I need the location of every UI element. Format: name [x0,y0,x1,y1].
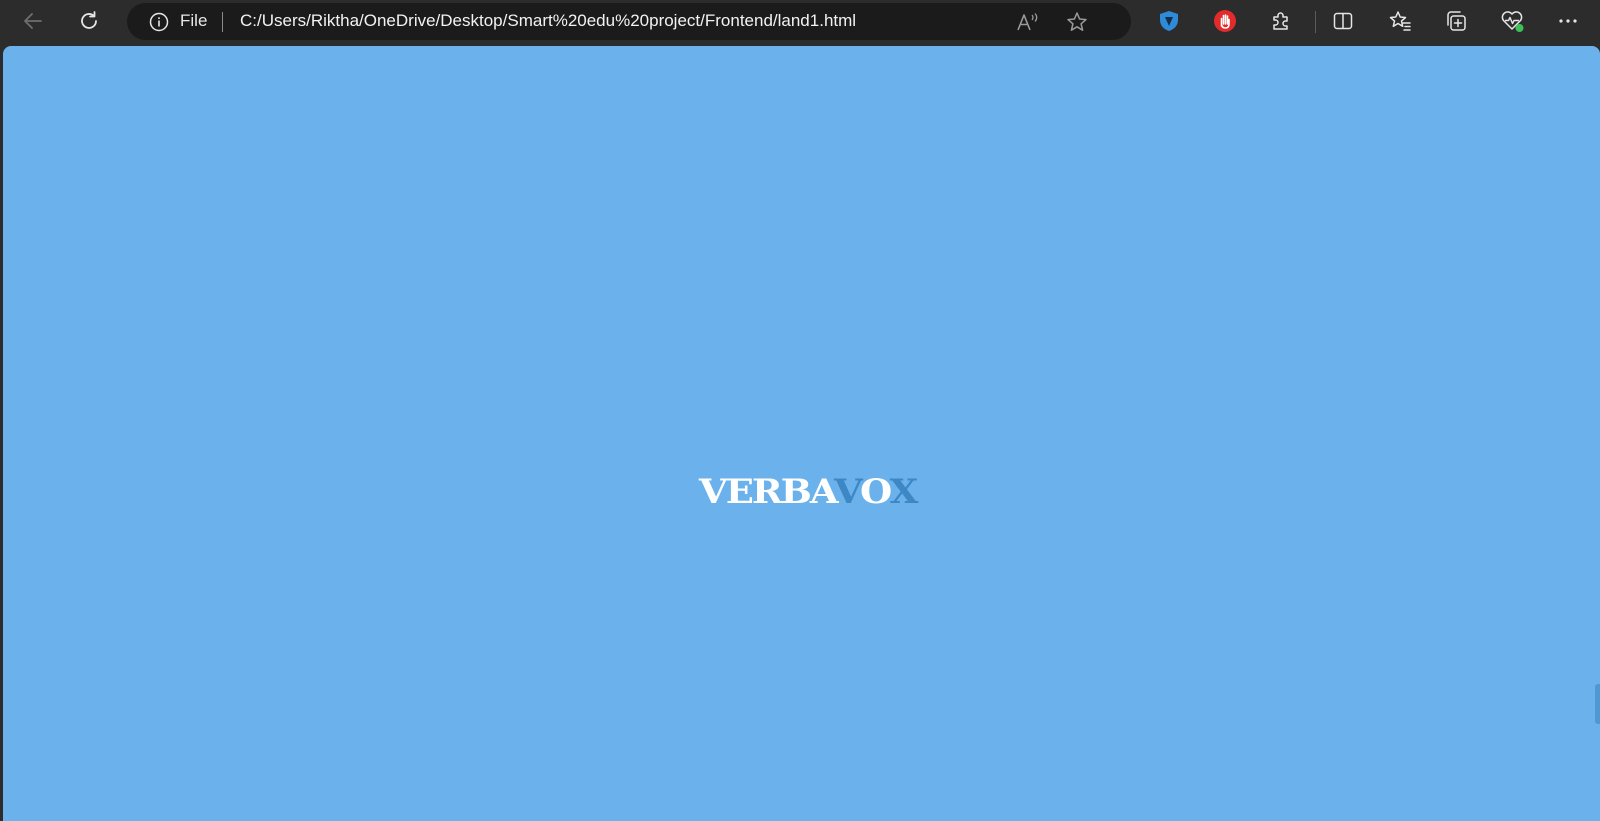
logo-part-o: O [860,470,892,512]
collections-button[interactable] [1439,4,1473,38]
read-aloud-button[interactable] [1015,9,1041,35]
browser-essentials-icon [1501,11,1524,32]
read-aloud-icon [1017,13,1038,31]
logo-part-v: V [833,470,862,512]
address-bar[interactable]: File C:/Users/Riktha/OneDrive/Desktop/Sm… [127,3,1131,40]
logo-part-verba: VERBA [699,470,836,512]
back-arrow-icon [24,13,42,29]
favorite-button[interactable] [1064,9,1090,35]
toolbar-divider [1315,11,1316,33]
extensions-button[interactable] [1264,4,1298,38]
scheme-label[interactable]: File [180,11,207,31]
star-icon [1067,12,1087,31]
split-screen-icon [1333,12,1353,30]
extensions-puzzle-icon [1273,12,1288,30]
shield-extension-icon [1160,11,1178,31]
page-viewport: VERBAVOX [3,46,1600,821]
browser-toolbar: File C:/Users/Riktha/OneDrive/Desktop/Sm… [0,0,1600,45]
url-text[interactable]: C:/Users/Riktha/OneDrive/Desktop/Smart%2… [240,11,856,31]
collections-icon [1447,11,1466,31]
logo-part-x: X [889,470,919,512]
red-hand-extension-button[interactable] [1208,4,1242,38]
red-hand-extension-icon [1214,10,1236,32]
address-separator [222,12,223,32]
browser-essentials-button[interactable] [1495,4,1529,38]
refresh-icon [81,11,97,29]
split-screen-button[interactable] [1326,4,1360,38]
favorites-button[interactable] [1383,4,1417,38]
more-menu-icon [1559,19,1577,23]
refresh-button[interactable] [72,4,106,38]
back-button[interactable] [16,4,50,38]
info-icon[interactable] [149,12,169,32]
verbavox-logo: VERBAVOX [699,470,919,512]
favorites-icon [1389,11,1411,31]
more-menu-button[interactable] [1551,4,1585,38]
sidebar-handle[interactable] [1595,684,1600,724]
shield-extension-button[interactable] [1152,4,1186,38]
